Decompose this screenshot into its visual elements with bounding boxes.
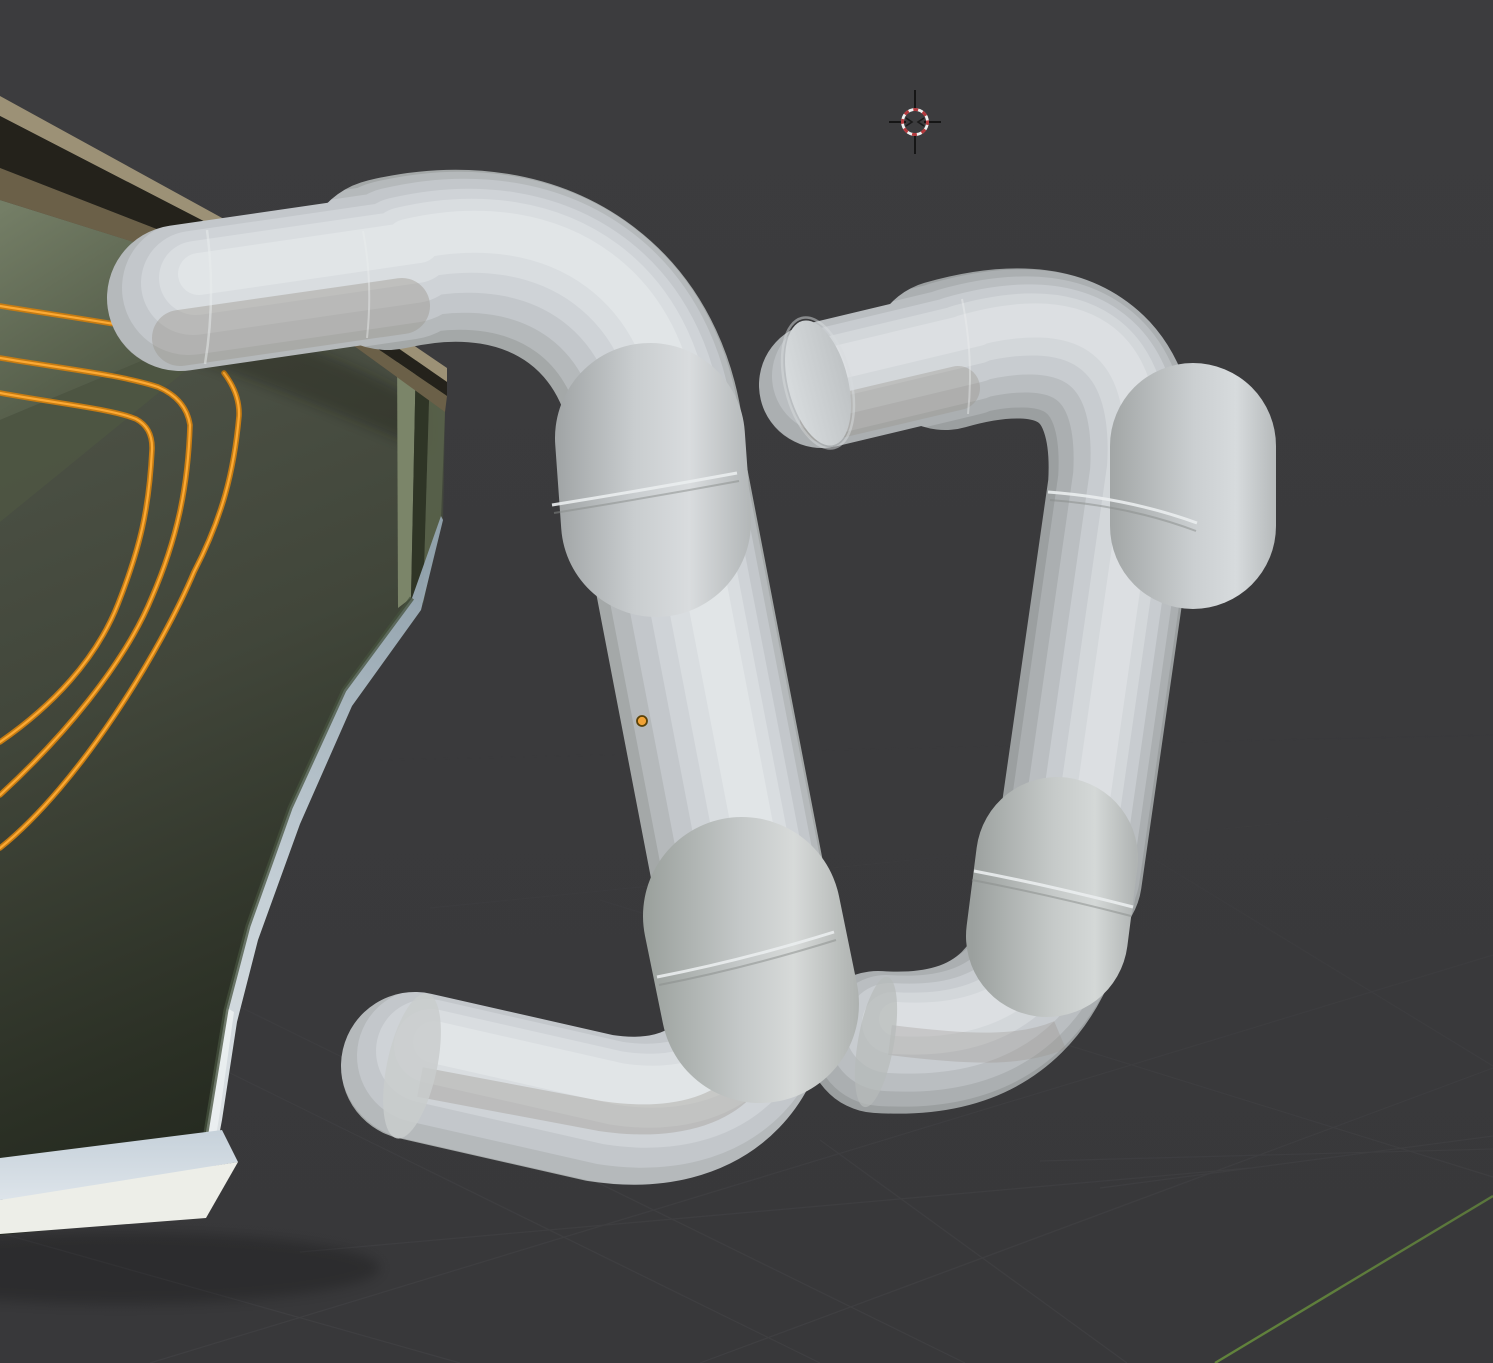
viewport-3d[interactable] — [0, 0, 1493, 1363]
pipe-large-object[interactable] — [80, 150, 900, 1270]
pipe-large-coupling-top — [650, 438, 656, 522]
object-origin-dot — [637, 716, 647, 726]
pipe-large-coupling-bottom — [742, 916, 760, 1004]
